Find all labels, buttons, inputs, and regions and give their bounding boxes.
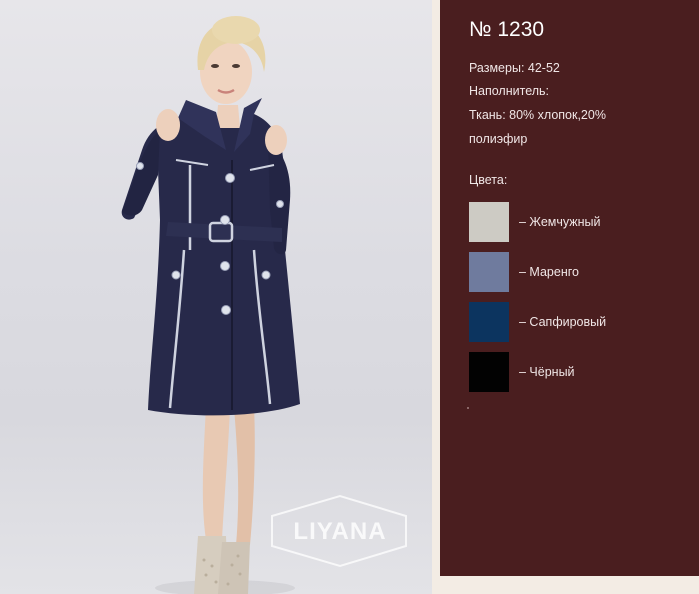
colors-heading: Цвета: xyxy=(469,173,508,187)
fabric-text-cont: полиэфир xyxy=(469,132,528,146)
color-swatch xyxy=(469,252,509,292)
color-option: – Жемчужный xyxy=(469,202,601,242)
color-option: – Чёрный xyxy=(469,352,575,392)
watermark-logo: LIYANA xyxy=(293,518,387,545)
color-name: – Чёрный xyxy=(519,365,575,379)
color-name: – Сапфировый xyxy=(519,315,607,329)
bottom-margin xyxy=(432,576,699,594)
sizes-text: Размеры: 42-52 xyxy=(469,61,560,75)
color-option: – Маренго xyxy=(469,252,579,292)
color-name: – Маренго xyxy=(519,265,579,279)
fabric-text: Ткань: 80% хлопок,20% xyxy=(469,108,606,122)
model-illustration xyxy=(121,16,407,594)
divider-dot xyxy=(467,407,469,409)
product-info-panel: № 1230 Размеры: 42-52 Наполнитель: Ткань… xyxy=(440,0,699,576)
product-number: № 1230 xyxy=(469,18,545,41)
product-photo: LIYANA xyxy=(0,0,432,594)
color-option: – Сапфировый xyxy=(469,302,606,342)
separator xyxy=(432,0,440,594)
color-name: – Жемчужный xyxy=(519,215,601,229)
filler-text: Наполнитель: xyxy=(469,84,550,98)
color-swatch xyxy=(469,202,509,242)
color-swatch xyxy=(469,302,509,342)
color-swatch xyxy=(469,352,509,392)
